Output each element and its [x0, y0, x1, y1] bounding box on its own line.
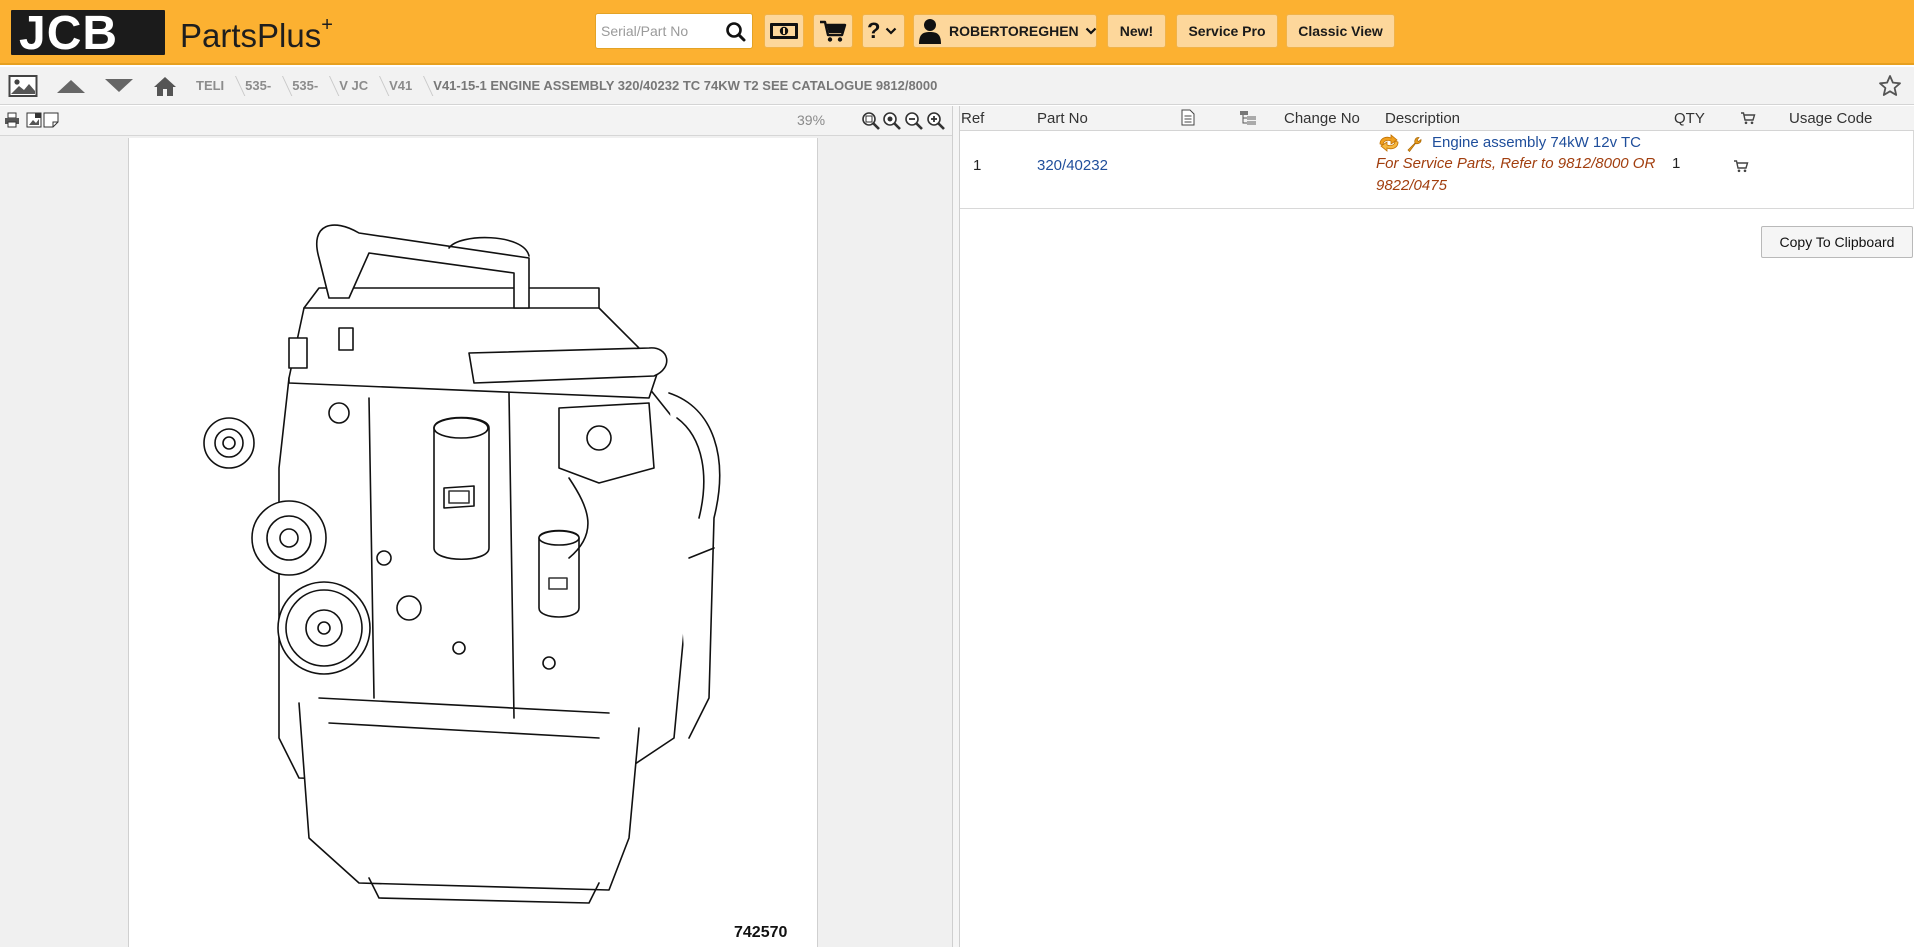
- drawing-number: 742570: [734, 924, 788, 941]
- breadcrumb-current: V41-15-1 ENGINE ASSEMBLY 320/40232 TC 74…: [433, 78, 938, 93]
- zoom-in-icon[interactable]: [926, 111, 946, 131]
- currency-icon: [769, 21, 799, 41]
- table-header: Ref Part No Change No Description QTY Us…: [960, 106, 1914, 131]
- new-button[interactable]: New!: [1107, 14, 1166, 48]
- user-menu-button[interactable]: ROBERTOREGHEN: [913, 14, 1097, 48]
- arrow-down-icon[interactable]: [103, 73, 135, 99]
- document-icon[interactable]: [1181, 109, 1195, 130]
- star-icon[interactable]: [1878, 74, 1902, 103]
- arrow-up-icon[interactable]: [55, 73, 87, 99]
- copy-to-clipboard-button[interactable]: Copy To Clipboard: [1761, 226, 1913, 258]
- zoom-out-icon[interactable]: [904, 111, 924, 131]
- user-name: ROBERTOREGHEN: [949, 23, 1079, 39]
- brand-name: PartsPlus: [180, 17, 322, 54]
- jcb-logo[interactable]: JCB: [9, 7, 167, 60]
- row-ref: 1: [973, 157, 982, 174]
- column-header-usage-code[interactable]: Usage Code: [1789, 110, 1872, 127]
- breadcrumb-item[interactable]: V JC: [333, 67, 374, 105]
- parts-list-panel: Ref Part No Change No Description QTY Us…: [960, 106, 1914, 947]
- currency-button[interactable]: [764, 14, 804, 48]
- save-image-icon[interactable]: [26, 112, 42, 128]
- engine-drawing: [203, 224, 721, 904]
- zoom-reset-icon[interactable]: [882, 111, 902, 131]
- cart-icon[interactable]: [1740, 111, 1756, 129]
- breadcrumb-item[interactable]: 535-: [286, 67, 324, 105]
- service-note: For Service Parts, Refer to 9812/8000 OR…: [1376, 155, 1656, 194]
- user-icon: [919, 18, 941, 44]
- home-icon[interactable]: [152, 73, 178, 99]
- drawing-sheet[interactable]: 742570: [128, 138, 818, 947]
- search-input[interactable]: [596, 14, 722, 48]
- note-icon[interactable]: [43, 112, 59, 128]
- chevron-down-icon: [1085, 26, 1097, 36]
- image-icon[interactable]: [8, 73, 38, 99]
- search-icon[interactable]: [724, 20, 748, 44]
- hierarchy-icon[interactable]: [1239, 110, 1257, 130]
- top-bar: JCB PartsPlus+ ? ROBERTOREGHEN New: [0, 0, 1914, 65]
- column-header-part-no[interactable]: Part No: [1037, 110, 1088, 127]
- cart-button[interactable]: [813, 14, 853, 48]
- viewer-toolbar: 39%: [0, 106, 952, 136]
- chevron-down-icon: [885, 26, 897, 36]
- print-icon[interactable]: [4, 112, 20, 128]
- breadcrumb-bar: TELI 535- 535- V JC V41 V41-15-1 ENGINE …: [0, 67, 1914, 105]
- drawing-viewer: 39% 742570: [0, 106, 952, 947]
- part-number-link[interactable]: 320/40232: [1037, 157, 1108, 174]
- description-link[interactable]: Engine assembly 74kW 12v TC: [1432, 134, 1641, 151]
- row-qty: 1: [1672, 155, 1681, 172]
- panel-splitter[interactable]: [952, 106, 960, 947]
- zoom-fit-icon[interactable]: [861, 111, 881, 131]
- breadcrumb: TELI 535- 535- V JC V41 V41-15-1 ENGINE …: [190, 67, 943, 105]
- table-row[interactable]: 1 320/40232 Engine assembly 74kW 12v TC …: [960, 131, 1914, 209]
- add-to-cart-icon[interactable]: [1733, 159, 1749, 177]
- logo-text: JCB: [19, 7, 119, 60]
- help-icon: ?: [867, 18, 881, 43]
- brand-suffix: +: [321, 14, 333, 36]
- column-header-change-no[interactable]: Change No: [1284, 110, 1360, 127]
- cart-icon: [819, 19, 847, 43]
- classic-view-button[interactable]: Classic View: [1286, 14, 1395, 48]
- help-menu-button[interactable]: ?: [862, 14, 905, 48]
- breadcrumb-item[interactable]: 535-: [239, 67, 277, 105]
- breadcrumb-item[interactable]: V41: [383, 67, 418, 105]
- column-header-ref[interactable]: Ref: [961, 110, 984, 127]
- app-title: PartsPlus+: [180, 9, 333, 56]
- search-box: [595, 13, 753, 49]
- column-header-description[interactable]: Description: [1385, 110, 1460, 127]
- column-header-qty[interactable]: QTY: [1674, 110, 1705, 127]
- zoom-level: 39%: [797, 112, 826, 128]
- service-pro-button[interactable]: Service Pro: [1176, 14, 1278, 48]
- breadcrumb-item[interactable]: TELI: [190, 67, 230, 105]
